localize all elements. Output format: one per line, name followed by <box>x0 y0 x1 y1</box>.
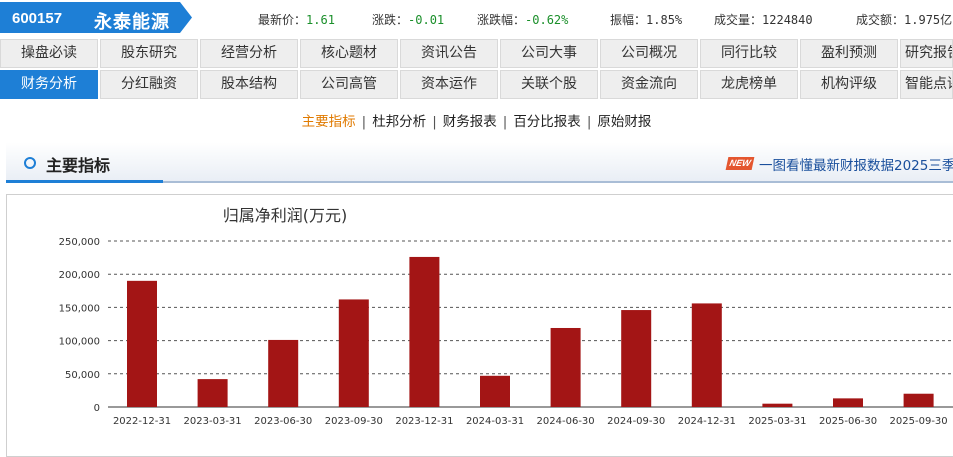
volume: 成交量：1224840 <box>714 11 813 28</box>
nav-tab-yanjiu[interactable]: 研究报告 <box>900 39 953 68</box>
change-value: -0.01 <box>408 13 445 27</box>
x-tick-label: 2025-09-30 <box>890 416 948 427</box>
turnover-label: 成交额： <box>856 13 905 27</box>
bar-2025-09-30[interactable] <box>903 393 934 407</box>
y-tick-label: 100,000 <box>59 337 100 348</box>
circle-icon <box>24 157 36 169</box>
nav-tab-ziben[interactable]: 资本运作 <box>400 70 498 99</box>
sub-nav: 主要指标 | 杜邦分析 | 财务报表 | 百分比报表 | 原始财报 <box>301 114 652 130</box>
chart-container: 归属净利润(万元) 0 50,000 100,000 150,000 200,000 25… <box>6 194 953 457</box>
x-tick-label: 2024-09-30 <box>607 416 665 427</box>
subnav-statements[interactable]: 财务报表 <box>443 114 497 130</box>
nav-tab-guanlian[interactable]: 关联个股 <box>500 70 598 99</box>
turnover: 成交额：1.975亿 <box>856 11 952 28</box>
change-pct-value: -0.62% <box>525 13 569 27</box>
chart-bars <box>127 256 934 407</box>
nav-tab-yingli[interactable]: 盈利预测 <box>800 39 898 68</box>
bar-2024-03-31[interactable] <box>480 375 510 407</box>
y-tick-label: 0 <box>94 403 100 414</box>
stock-header: 600157 永泰能源 最新价：1.61 涨跌：-0.01 涨跌幅：-0.62%… <box>0 0 953 36</box>
amplitude-label: 振幅： <box>610 13 647 27</box>
x-tick-label: 2025-03-31 <box>748 416 806 427</box>
stock-name: 永泰能源 <box>94 12 170 33</box>
nav-tab-longhu[interactable]: 龙虎榜单 <box>700 70 798 99</box>
bar-2024-06-30[interactable] <box>550 327 581 407</box>
nav-tab-caopan[interactable]: 操盘必读 <box>0 39 98 68</box>
x-tick-label: 2024-12-31 <box>678 416 736 427</box>
change-label: 涨跌： <box>372 13 409 27</box>
volume-label: 成交量： <box>714 13 763 27</box>
volume-value: 1224840 <box>762 13 813 27</box>
x-tick-label: 2023-09-30 <box>325 416 383 427</box>
nav-tab-dashi[interactable]: 公司大事 <box>500 39 598 68</box>
x-tick-label: 2023-12-31 <box>395 416 453 427</box>
amplitude: 振幅：1.85% <box>610 11 682 28</box>
latest-price-value: 1.61 <box>306 13 335 27</box>
y-tick-label: 50,000 <box>65 370 100 381</box>
nav-tab-gaikuang[interactable]: 公司概况 <box>600 39 698 68</box>
nav-tab-tonghang[interactable]: 同行比较 <box>700 39 798 68</box>
bar-2023-12-31[interactable] <box>409 256 440 407</box>
nav-tab-hexin[interactable]: 核心题材 <box>300 39 398 68</box>
bar-2025-03-31[interactable] <box>762 403 793 407</box>
subnav-main-indicators[interactable]: 主要指标 <box>302 114 356 130</box>
nav-tab-guben[interactable]: 股本结构 <box>200 70 298 99</box>
bar-2023-09-30[interactable] <box>338 299 369 407</box>
new-badge: NEW <box>725 157 755 170</box>
nav-tab-zijin[interactable]: 资金流向 <box>600 70 698 99</box>
change-percent: 涨跌幅：-0.62% <box>477 11 568 28</box>
chart-grid <box>108 240 953 408</box>
latest-price-label: 最新价： <box>258 13 307 27</box>
nav-tab-gudong[interactable]: 股东研究 <box>100 39 198 68</box>
nav-tab-zixun[interactable]: 资讯公告 <box>400 39 498 68</box>
section-underline <box>6 180 163 183</box>
turnover-value: 1.975亿 <box>904 13 953 27</box>
chart-x-axis: 2022-12-31 2023-03-31 2023-06-30 2023-09-30… <box>113 416 948 427</box>
nav-tab-jigou[interactable]: 机构评级 <box>800 70 898 99</box>
bar-2022-12-31[interactable] <box>127 280 157 407</box>
chart-title: 归属净利润(万元) <box>223 206 348 225</box>
subnav-percent-statements[interactable]: 百分比报表 <box>513 114 581 130</box>
subnav-original-reports[interactable]: 原始财报 <box>597 114 651 130</box>
x-tick-label: 2022-12-31 <box>113 416 171 427</box>
bar-2025-06-30[interactable] <box>833 398 863 407</box>
x-tick-label: 2023-06-30 <box>254 416 312 427</box>
stock-code: 600157 <box>12 10 63 27</box>
nav-tab-zhineng[interactable]: 智能点评 <box>900 70 953 99</box>
change-pct-label: 涨跌幅： <box>477 13 526 27</box>
nav-tab-jingying[interactable]: 经营分析 <box>200 39 298 68</box>
stock-badge: 600157 永泰能源 <box>0 2 192 33</box>
financial-report-link[interactable]: 一图看懂最新财报数据2025三季报 <box>759 154 953 174</box>
nav-tab-gaoguan[interactable]: 公司高管 <box>300 70 398 99</box>
section-title: 主要指标 <box>46 156 111 175</box>
x-tick-label: 2024-03-31 <box>466 416 524 427</box>
nav-tab-fenhong[interactable]: 分红融资 <box>100 70 198 99</box>
amplitude-value: 1.85% <box>646 13 683 27</box>
price-change: 涨跌：-0.01 <box>372 11 444 28</box>
x-tick-label: 2025-06-30 <box>819 416 877 427</box>
nav-row-1: 操盘必读 股东研究 经营分析 核心题材 资讯公告 公司大事 公司概况 同行比较 … <box>0 39 953 69</box>
x-tick-label: 2024-06-30 <box>537 416 595 427</box>
x-tick-label: 2023-03-31 <box>184 416 242 427</box>
net-profit-chart: 归属净利润(万元) 0 50,000 100,000 150,000 200,000 25… <box>59 206 953 427</box>
nav-tab-caiwu[interactable]: 财务分析 <box>0 70 98 99</box>
y-tick-label: 150,000 <box>59 303 100 314</box>
bar-2024-12-31[interactable] <box>691 303 722 407</box>
nav-row-2: 财务分析 分红融资 股本结构 公司高管 资本运作 关联个股 资金流向 龙虎榜单 … <box>0 70 953 100</box>
subnav-dupont[interactable]: 杜邦分析 <box>372 114 426 130</box>
y-tick-label: 250,000 <box>59 237 100 248</box>
section-header: 主要指标 NEW 一图看懂最新财报数据2025三季报 <box>6 142 953 183</box>
bar-2023-03-31[interactable] <box>197 379 228 407</box>
chart-y-axis: 0 50,000 100,000 150,000 200,000 250,000 <box>59 237 100 414</box>
y-tick-label: 200,000 <box>59 270 100 281</box>
bar-2024-09-30[interactable] <box>621 310 652 407</box>
bar-2023-06-30[interactable] <box>268 339 299 407</box>
latest-price: 最新价：1.61 <box>258 11 335 28</box>
